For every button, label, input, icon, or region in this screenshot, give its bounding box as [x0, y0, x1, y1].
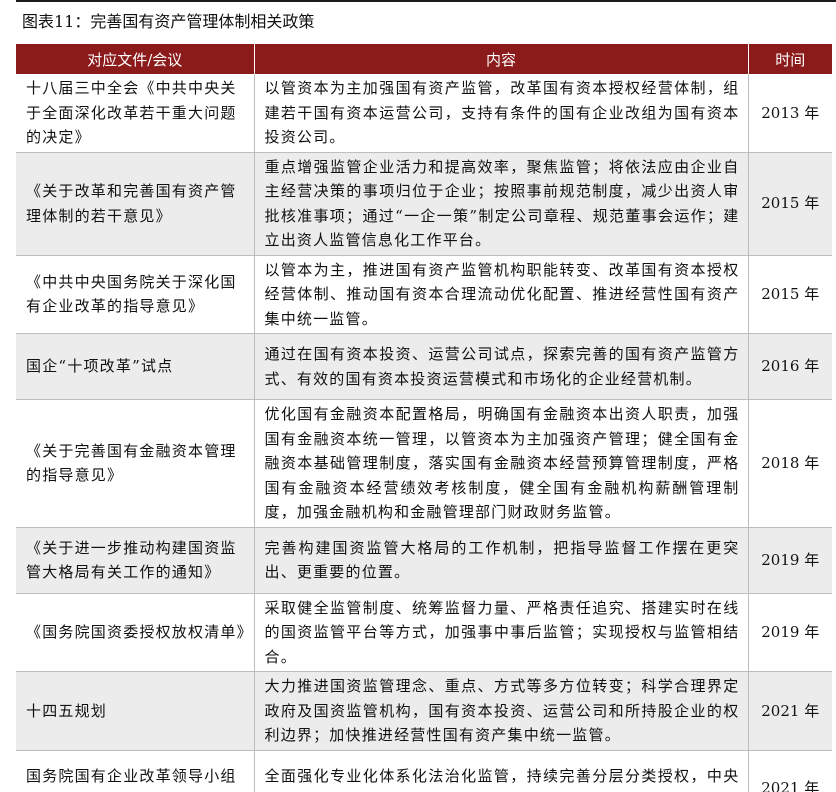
row-content: 以管资本为主加强国有资产监管，改革国有资本授权经营体制，组建若干国有资本运营公司…: [254, 74, 749, 153]
table-row: 《关于进一步推动构建国资监管大格局有关工作的通知》 完善构建国资监管大格局的工作…: [16, 527, 832, 594]
row-document: 《关于进一步推动构建国资监管大格局有关工作的通知》: [16, 527, 255, 594]
row-content: 以管本为主，推进国有资产监管机构职能转变、改革国有资本授权经营体制、推动国有资本…: [254, 255, 749, 334]
row-time: 2019 年: [748, 593, 832, 672]
row-time: 2018 年: [748, 399, 832, 528]
table-row: 国务院国有企业改革领导小组专题会议 全面强化专业化体系化法治化监管，持续完善分层…: [16, 750, 832, 792]
row-document: 《中共中央国务院关于深化国有企业改革的指导意见》: [16, 255, 255, 334]
figure-caption: 图表11：完善国有资产管理体制相关政策: [16, 0, 836, 44]
table-row: 《关于改革和完善国有资产管理体制的若干意见》 重点增强监管企业活力和提高效率，聚…: [16, 152, 832, 256]
row-content: 完善构建国资监管大格局的工作机制，把指导监督工作摆在更突出、更重要的位置。: [254, 527, 749, 594]
header-content: 内容: [253, 44, 749, 74]
row-document: 《关于改革和完善国有资产管理体制的若干意见》: [16, 152, 255, 256]
table-row: 十四五规划 大力推进国资监管理念、重点、方式等多方位转变；科学合理界定政府及国资…: [16, 671, 832, 751]
row-content: 通过在国有资本投资、运营公司试点，探索完善的国有资产监管方式、有效的国有资本投资…: [254, 333, 749, 400]
row-time: 2013 年: [748, 74, 832, 153]
table-row: 十八届三中全会《中共中央关于全面深化改革若干重大问题的决定》 以管资本为主加强国…: [16, 74, 832, 153]
header-document: 对应文件/会议: [16, 44, 254, 74]
row-document: 《关于完善国有金融资本管理的指导意见》: [16, 399, 255, 528]
row-document: 国务院国有企业改革领导小组专题会议: [16, 750, 255, 792]
row-time: 2015 年: [748, 152, 832, 256]
row-time: 2015 年: [748, 255, 832, 334]
row-content: 大力推进国资监管理念、重点、方式等多方位转变；科学合理界定政府及国资监管机构，国…: [254, 671, 749, 751]
row-document: 国企“十项改革”试点: [16, 333, 255, 400]
table-row: 《中共中央国务院关于深化国有企业改革的指导意见》 以管本为主，推进国有资产监管机…: [16, 255, 832, 334]
row-content: 重点增强监管企业活力和提高效率，聚焦监管；将依法应由企业自主经营决策的事项归位于…: [254, 152, 749, 256]
row-document: 十四五规划: [16, 671, 255, 751]
row-document: 十八届三中全会《中共中央关于全面深化改革若干重大问题的决定》: [16, 74, 255, 153]
row-content: 全面强化专业化体系化法治化监管，持续完善分层分类授权，中央企业要更大范围推广内部…: [254, 750, 749, 792]
table-row: 国企“十项改革”试点 通过在国有资本投资、运营公司试点，探索完善的国有资产监管方…: [16, 333, 832, 400]
table-row: 《国务院国资委授权放权清单》 采取健全监管制度、统筹监督力量、严格责任追究、搭建…: [16, 593, 832, 672]
table-row: 《关于完善国有金融资本管理的指导意见》 优化国有金融资本配置格局，明确国有金融资…: [16, 399, 832, 528]
row-time: 2021 年: [748, 750, 832, 792]
header-row: 对应文件/会议 内容 时间: [16, 44, 832, 74]
row-time: 2016 年: [748, 333, 832, 400]
header-time: 时间: [748, 44, 832, 74]
row-content: 采取健全监管制度、统筹监督力量、严格责任追究、搭建实时在线的国资监管平台等方式，…: [254, 593, 749, 672]
row-time: 2021 年: [748, 671, 832, 751]
policy-table: 对应文件/会议 内容 时间 十八届三中全会《中共中央关于全面深化改革若干重大问题…: [16, 44, 832, 792]
row-document: 《国务院国资委授权放权清单》: [16, 593, 255, 672]
row-content: 优化国有金融资本配置格局，明确国有金融资本出资人职责，加强国有金融资本统一管理，…: [254, 399, 749, 528]
row-time: 2019 年: [748, 527, 832, 594]
page: 图表11：完善国有资产管理体制相关政策 对应文件/会议 内容 时间 十八届三中全…: [0, 0, 836, 792]
